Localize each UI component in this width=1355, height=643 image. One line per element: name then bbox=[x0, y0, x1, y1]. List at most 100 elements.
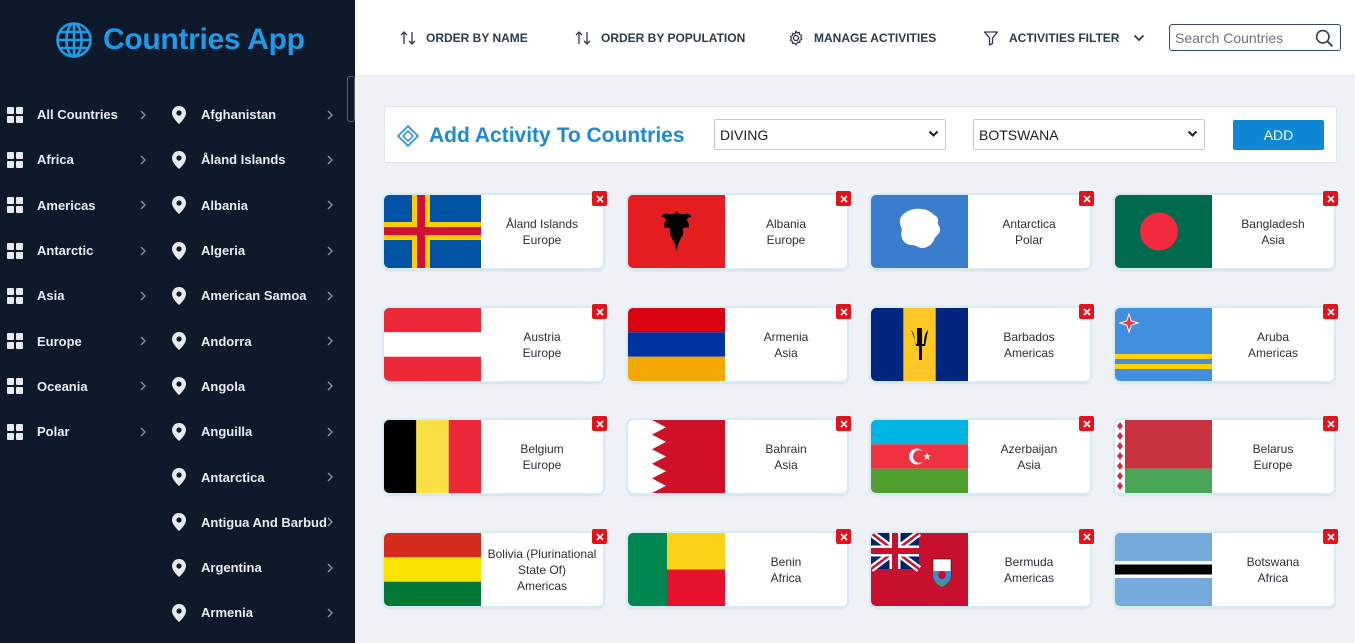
country-item[interactable]: Albania bbox=[165, 183, 345, 228]
country-card[interactable]: Albania Europe bbox=[628, 191, 851, 268]
grid-icon bbox=[7, 197, 23, 214]
close-icon bbox=[839, 307, 848, 316]
country-item[interactable]: Antigua And Barbud bbox=[165, 500, 345, 545]
flag-aruba bbox=[1115, 308, 1212, 381]
remove-button[interactable] bbox=[1323, 529, 1338, 544]
remove-button[interactable] bbox=[1079, 191, 1094, 206]
remove-button[interactable] bbox=[1079, 304, 1094, 319]
country-card[interactable]: Bangladesh Asia bbox=[1115, 191, 1338, 268]
add-button[interactable]: ADD bbox=[1233, 120, 1324, 150]
country-card[interactable]: Aruba Americas bbox=[1115, 304, 1338, 381]
remove-button[interactable] bbox=[836, 304, 851, 319]
region-item-polar[interactable]: Polar bbox=[0, 409, 160, 454]
remove-button[interactable] bbox=[1323, 191, 1338, 206]
map-pin-icon bbox=[172, 150, 186, 169]
region-item-antarctic[interactable]: Antarctic bbox=[0, 228, 160, 273]
country-card[interactable]: Belarus Europe bbox=[1115, 416, 1338, 493]
country-card[interactable]: Bahrain Asia bbox=[628, 416, 851, 493]
flag-belarus bbox=[1115, 420, 1212, 493]
country-item[interactable]: Andorra bbox=[165, 318, 345, 363]
region-item-africa[interactable]: Africa bbox=[0, 137, 160, 182]
remove-button[interactable] bbox=[836, 529, 851, 544]
app-logo[interactable]: Countries App bbox=[55, 20, 305, 60]
map-pin-icon bbox=[172, 513, 186, 532]
close-icon bbox=[1082, 419, 1091, 428]
sidebar-scrollbar[interactable] bbox=[347, 76, 355, 122]
toolbar: ORDER BY NAME ORDER BY POPULATION MANAGE… bbox=[355, 0, 1355, 76]
chevron-right-icon bbox=[327, 336, 333, 346]
card-region: Africa bbox=[1257, 570, 1289, 585]
card-country-name: Antarctica bbox=[1002, 216, 1056, 231]
country-select[interactable]: BOTSWANA bbox=[973, 119, 1205, 150]
card-region: Asia bbox=[1017, 457, 1041, 472]
remove-button[interactable] bbox=[836, 416, 851, 431]
country-card[interactable]: Bermuda Americas bbox=[871, 529, 1094, 606]
remove-button[interactable] bbox=[592, 416, 607, 431]
card-info: Belarus Europe bbox=[1212, 420, 1334, 493]
country-card[interactable]: Barbados Americas bbox=[871, 304, 1094, 381]
sidebar: Countries App All Countries Africa Ameri… bbox=[0, 0, 355, 643]
country-card[interactable]: Åland Islands Europe bbox=[384, 191, 607, 268]
order-by-name-button[interactable]: ORDER BY NAME bbox=[400, 28, 528, 48]
chevron-right-icon bbox=[327, 608, 333, 618]
remove-button[interactable] bbox=[836, 191, 851, 206]
gear-icon bbox=[789, 30, 803, 46]
region-item-americas[interactable]: Americas bbox=[0, 183, 160, 228]
country-item[interactable]: Argentina bbox=[165, 545, 345, 590]
country-card[interactable]: Botswana Africa bbox=[1115, 529, 1338, 606]
country-item[interactable]: Anguilla bbox=[165, 409, 345, 454]
card-info: Azerbaijan Asia bbox=[968, 420, 1090, 493]
activity-select[interactable]: DIVING bbox=[714, 119, 946, 150]
remove-button[interactable] bbox=[1323, 304, 1338, 319]
grid-icon bbox=[7, 151, 23, 168]
country-item[interactable]: Angola bbox=[165, 364, 345, 409]
chevron-right-icon bbox=[327, 472, 333, 482]
card-country-name: Bahrain bbox=[765, 441, 807, 456]
country-card[interactable]: Benin Africa bbox=[628, 529, 851, 606]
card-region: Europe bbox=[1253, 457, 1293, 472]
country-item[interactable]: Armenia bbox=[165, 590, 345, 635]
flag-botswana bbox=[1115, 533, 1212, 606]
country-card[interactable]: Armenia Asia bbox=[628, 304, 851, 381]
main-content: Add Activity To Countries DIVING BOTSWAN… bbox=[355, 76, 1355, 643]
remove-button[interactable] bbox=[1079, 416, 1094, 431]
card-country-name: Bolivia (Plurinational State Of) bbox=[487, 546, 597, 577]
country-item[interactable]: Algeria bbox=[165, 228, 345, 273]
close-icon bbox=[595, 532, 604, 541]
activities-filter-label: ACTIVITIES FILTER bbox=[1009, 31, 1120, 45]
remove-button[interactable] bbox=[592, 191, 607, 206]
order-by-population-button[interactable]: ORDER BY POPULATION bbox=[575, 28, 745, 48]
country-card[interactable]: Bolivia (Plurinational State Of) Americas bbox=[384, 529, 607, 606]
search-icon[interactable] bbox=[1315, 29, 1334, 48]
country-card[interactable]: Antarctica Polar bbox=[871, 191, 1094, 268]
remove-button[interactable] bbox=[1079, 529, 1094, 544]
activities-filter-button[interactable]: ACTIVITIES FILTER bbox=[983, 28, 1145, 48]
chevron-right-icon bbox=[140, 110, 146, 120]
add-activity-title: Add Activity To Countries bbox=[429, 124, 685, 147]
region-item-europe[interactable]: Europe bbox=[0, 318, 160, 363]
remove-button[interactable] bbox=[592, 304, 607, 319]
country-card[interactable]: Belgium Europe bbox=[384, 416, 607, 493]
flag-antarctica bbox=[871, 195, 968, 268]
region-label: Polar bbox=[37, 424, 70, 440]
region-item-all-countries[interactable]: All Countries bbox=[0, 92, 160, 137]
card-country-name: Austria bbox=[523, 329, 561, 344]
remove-button[interactable] bbox=[1323, 416, 1338, 431]
map-pin-icon bbox=[172, 422, 186, 441]
country-item[interactable]: American Samoa bbox=[165, 273, 345, 318]
country-item[interactable]: Åland Islands bbox=[165, 137, 345, 182]
card-info: Åland Islands Europe bbox=[481, 195, 603, 268]
card-country-name: Bangladesh bbox=[1241, 216, 1305, 231]
map-pin-icon bbox=[172, 558, 186, 577]
country-item[interactable]: Afghanistan bbox=[165, 92, 345, 137]
card-region: Europe bbox=[522, 457, 562, 472]
region-item-oceania[interactable]: Oceania bbox=[0, 364, 160, 409]
country-item[interactable]: Antarctica bbox=[165, 454, 345, 499]
country-card[interactable]: Austria Europe bbox=[384, 304, 607, 381]
search-input[interactable] bbox=[1175, 29, 1310, 46]
country-card[interactable]: Azerbaijan Asia bbox=[871, 416, 1094, 493]
region-item-asia[interactable]: Asia bbox=[0, 273, 160, 318]
remove-button[interactable] bbox=[592, 529, 607, 544]
manage-activities-button[interactable]: MANAGE ACTIVITIES bbox=[788, 28, 936, 48]
card-region: Americas bbox=[1003, 345, 1054, 360]
